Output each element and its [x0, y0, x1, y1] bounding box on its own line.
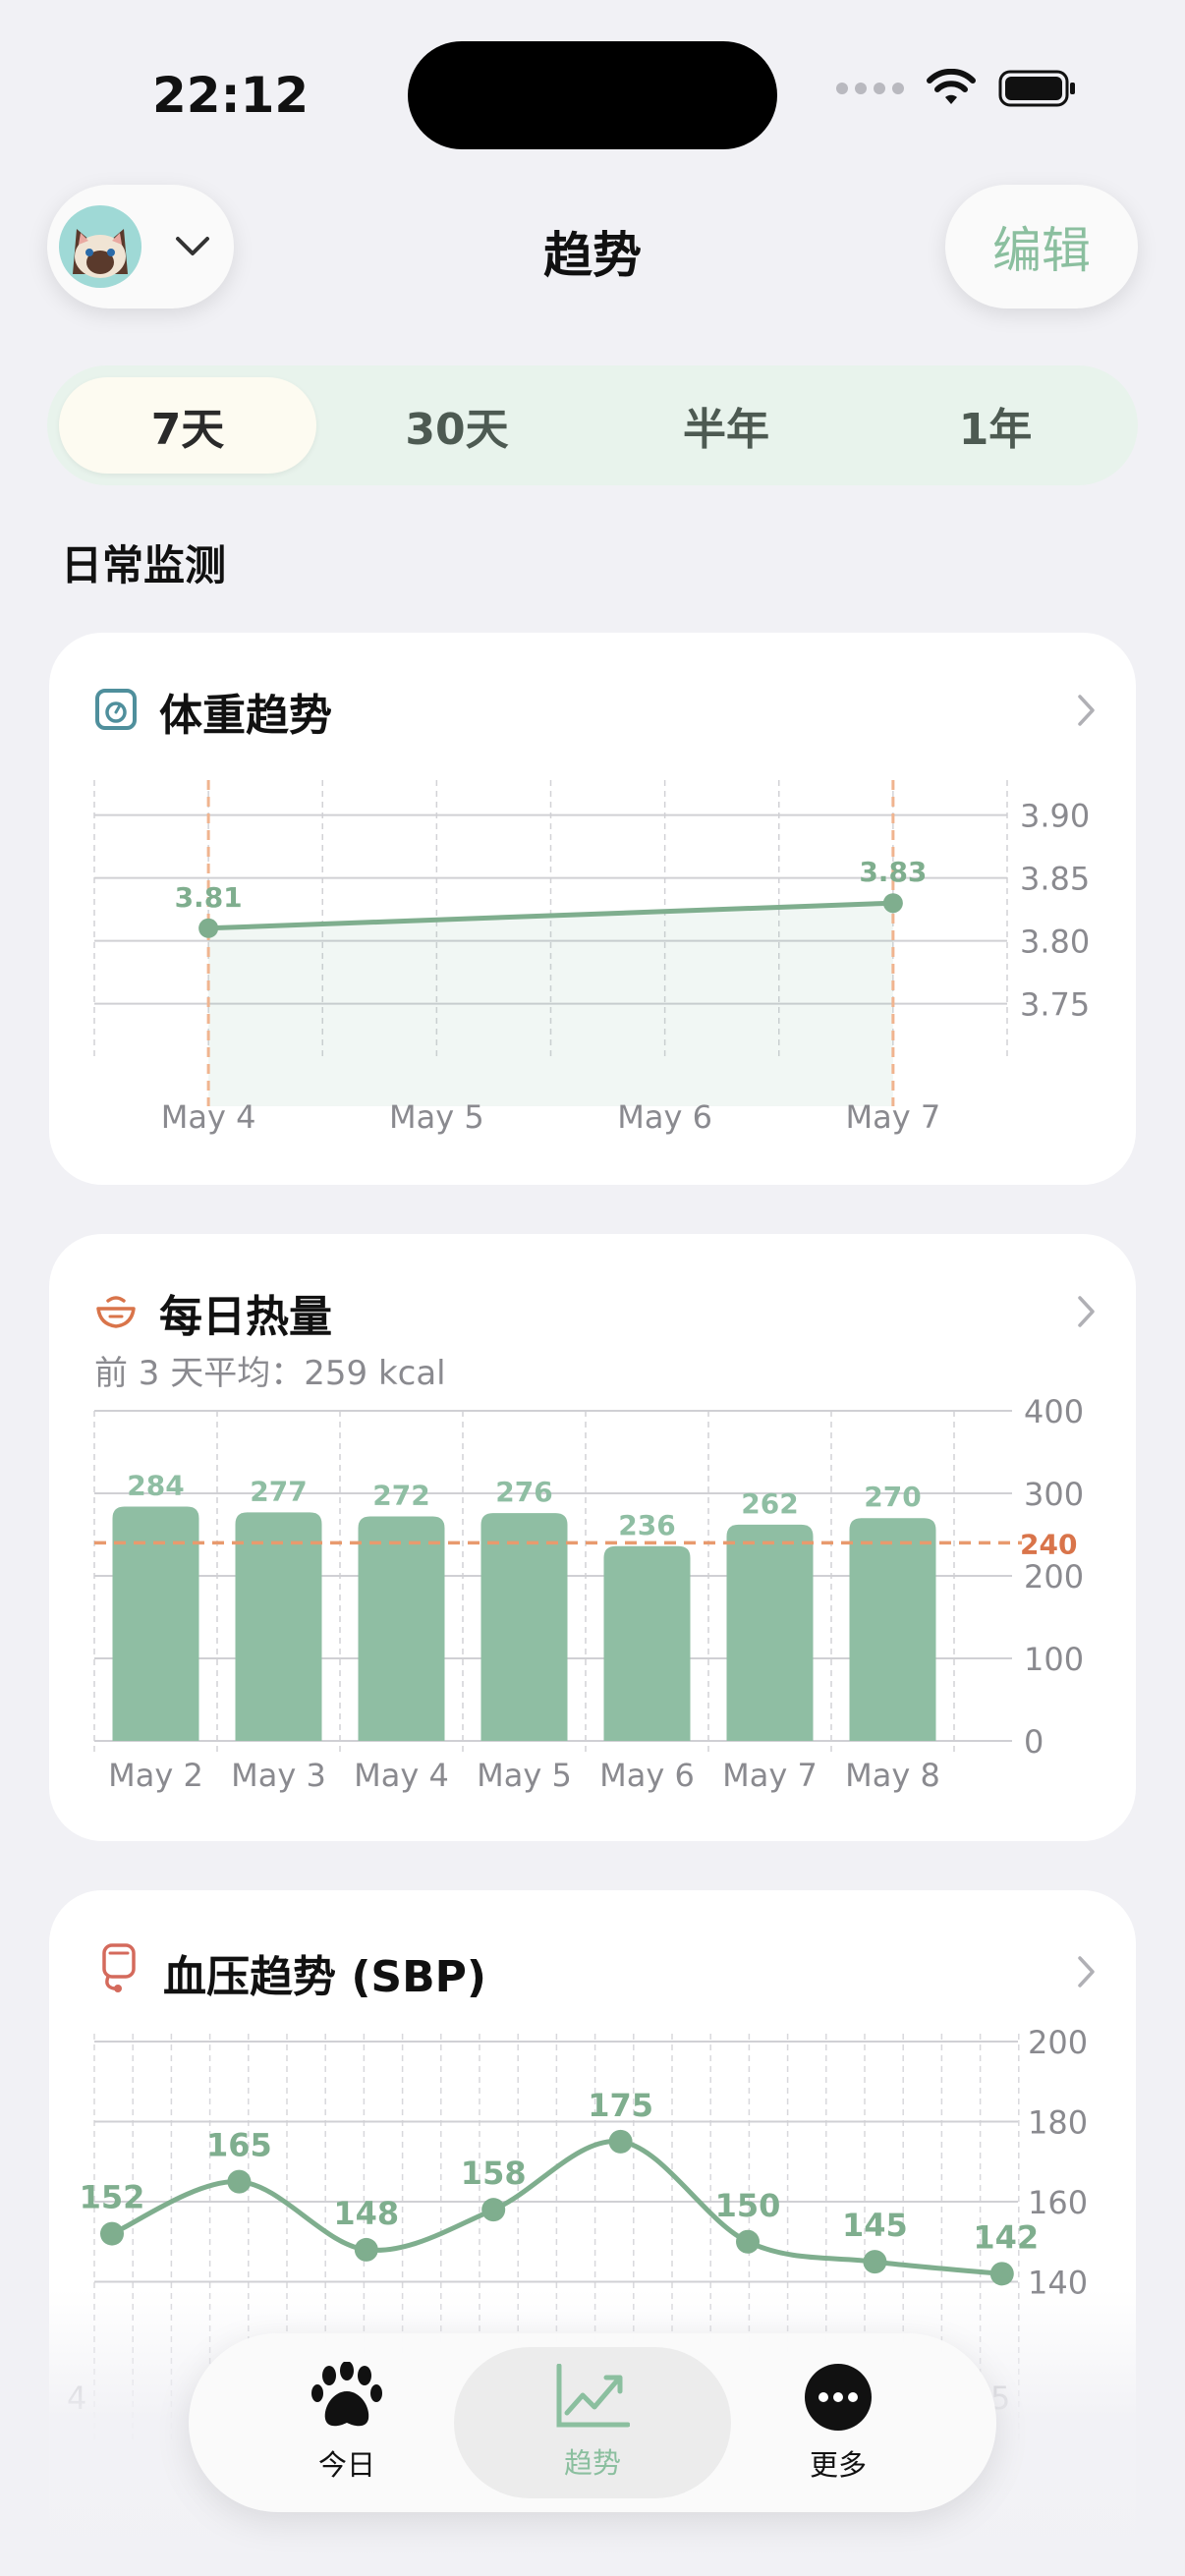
weight-data-label: 3.81 — [175, 881, 243, 914]
calorie-data-label: 236 — [618, 1509, 675, 1541]
bp-data-label: 152 — [80, 2179, 145, 2216]
tab-bar: 今日 趋势 更多 — [189, 2333, 996, 2512]
x-tick-label: May 6 — [617, 1098, 712, 1136]
y-tick-label: 3.80 — [1020, 924, 1090, 961]
status-time: 22:12 — [152, 67, 310, 124]
calorie-data-label: 276 — [495, 1476, 552, 1508]
range-tab-7d[interactable]: 7天 — [59, 377, 316, 474]
bp-point — [227, 2169, 252, 2194]
y-tick-label: 200 — [1028, 2024, 1088, 2061]
x-tick-label: May 6 — [599, 1757, 695, 1794]
range-tab-half-year[interactable]: 半年 — [597, 377, 855, 474]
paw-icon — [311, 2362, 382, 2427]
y-tick-label: 300 — [1024, 1476, 1084, 1513]
tab-today-label: 今日 — [317, 2448, 375, 2482]
bp-data-label: 175 — [588, 2087, 653, 2124]
bp-point — [736, 2229, 760, 2254]
y-tick-label: 160 — [1028, 2184, 1088, 2221]
tab-trends-label: 趋势 — [563, 2446, 621, 2480]
y-tick-label: 400 — [1024, 1393, 1084, 1430]
dynamic-island — [408, 41, 777, 149]
calorie-bar — [726, 1524, 814, 1741]
weight-point — [198, 918, 219, 938]
bp-point — [989, 2262, 1014, 2286]
x-tick-label: May 7 — [846, 1098, 941, 1136]
bp-data-label: 158 — [461, 2155, 527, 2192]
calorie-bar — [235, 1512, 322, 1741]
x-tick-label: May 5 — [477, 1757, 572, 1794]
x-tick-label: May 4 — [161, 1098, 256, 1136]
weight-data-label: 3.83 — [859, 856, 927, 888]
x-tick-label: May 5 — [389, 1098, 484, 1136]
y-tick-label: 0 — [1024, 1723, 1044, 1761]
bp-point — [481, 2198, 506, 2222]
y-tick-label: 180 — [1028, 2104, 1088, 2142]
bp-point — [354, 2237, 378, 2262]
calorie-chart: 400 300 200 100 0 284 277 272 276 236 262 270 240 May… — [93, 1393, 1084, 1794]
y-tick-label: 200 — [1024, 1558, 1084, 1596]
weight-area — [208, 903, 893, 1106]
wifi-icon — [927, 69, 976, 104]
y-tick-label: 3.90 — [1020, 798, 1090, 835]
status-icons — [836, 69, 1077, 108]
calorie-bar — [849, 1518, 936, 1741]
calorie-card[interactable]: 每日热量 前 3 天平均：259 kcal 400 300 200 100 0 284 27… — [49, 1234, 1136, 1841]
bp-data-label: 142 — [973, 2218, 1039, 2256]
battery-icon — [998, 70, 1075, 107]
more-icon — [805, 2364, 872, 2431]
calorie-data-label: 262 — [741, 1487, 798, 1520]
y-tick-label: 100 — [1024, 1641, 1084, 1678]
range-tab-30d[interactable]: 30天 — [328, 377, 586, 474]
bp-data-label: 165 — [206, 2127, 272, 2164]
cellular-signal-icon — [836, 83, 904, 94]
tab-trends[interactable]: 趋势 — [454, 2347, 731, 2498]
tab-more-label: 更多 — [809, 2448, 867, 2482]
weight-point — [882, 893, 903, 914]
weight-chart: 3.90 3.85 3.80 3.75 3.81 3.83 May 4 May 5 May 6 M… — [93, 780, 1090, 1136]
x-tick-label: May 8 — [845, 1757, 940, 1794]
bp-point — [608, 2129, 633, 2154]
section-title: 日常监测 — [61, 541, 227, 589]
x-tick-label: May 2 — [108, 1757, 203, 1794]
bp-point — [100, 2221, 124, 2246]
bp-data-label: 150 — [715, 2187, 781, 2224]
calorie-data-label: 272 — [372, 1480, 429, 1512]
bp-data-label: 145 — [842, 2207, 908, 2244]
bp-data-label: 148 — [333, 2195, 399, 2232]
y-tick-label: 3.85 — [1020, 861, 1090, 898]
x-tick-label: May 3 — [231, 1757, 326, 1794]
goal-label: 240 — [1020, 1528, 1077, 1560]
calorie-data-label: 284 — [127, 1469, 184, 1501]
calorie-data-label: 270 — [864, 1481, 921, 1513]
x-tick-label: May 7 — [722, 1757, 818, 1794]
weight-trend-card[interactable]: 体重趋势 3.90 3.85 3.80 3.75 3.81 3.83 May 4 May 5M… — [49, 633, 1136, 1185]
calorie-data-label: 277 — [250, 1475, 307, 1507]
calorie-bar — [603, 1545, 691, 1741]
calorie-bar — [480, 1513, 568, 1741]
y-tick-label: 3.75 — [1020, 986, 1090, 1024]
tab-more[interactable]: 更多 — [700, 2347, 977, 2498]
tab-today[interactable]: 今日 — [208, 2347, 485, 2498]
edit-button[interactable]: 编辑 — [945, 185, 1138, 308]
calorie-bar — [358, 1516, 445, 1741]
range-tab-1y[interactable]: 1年 — [867, 377, 1124, 474]
x-tick-label: May 4 — [354, 1757, 449, 1794]
range-segmented-control: 7天 30天 半年 1年 — [47, 365, 1138, 485]
trend-chart-icon — [556, 2364, 630, 2428]
bp-point — [863, 2250, 887, 2274]
